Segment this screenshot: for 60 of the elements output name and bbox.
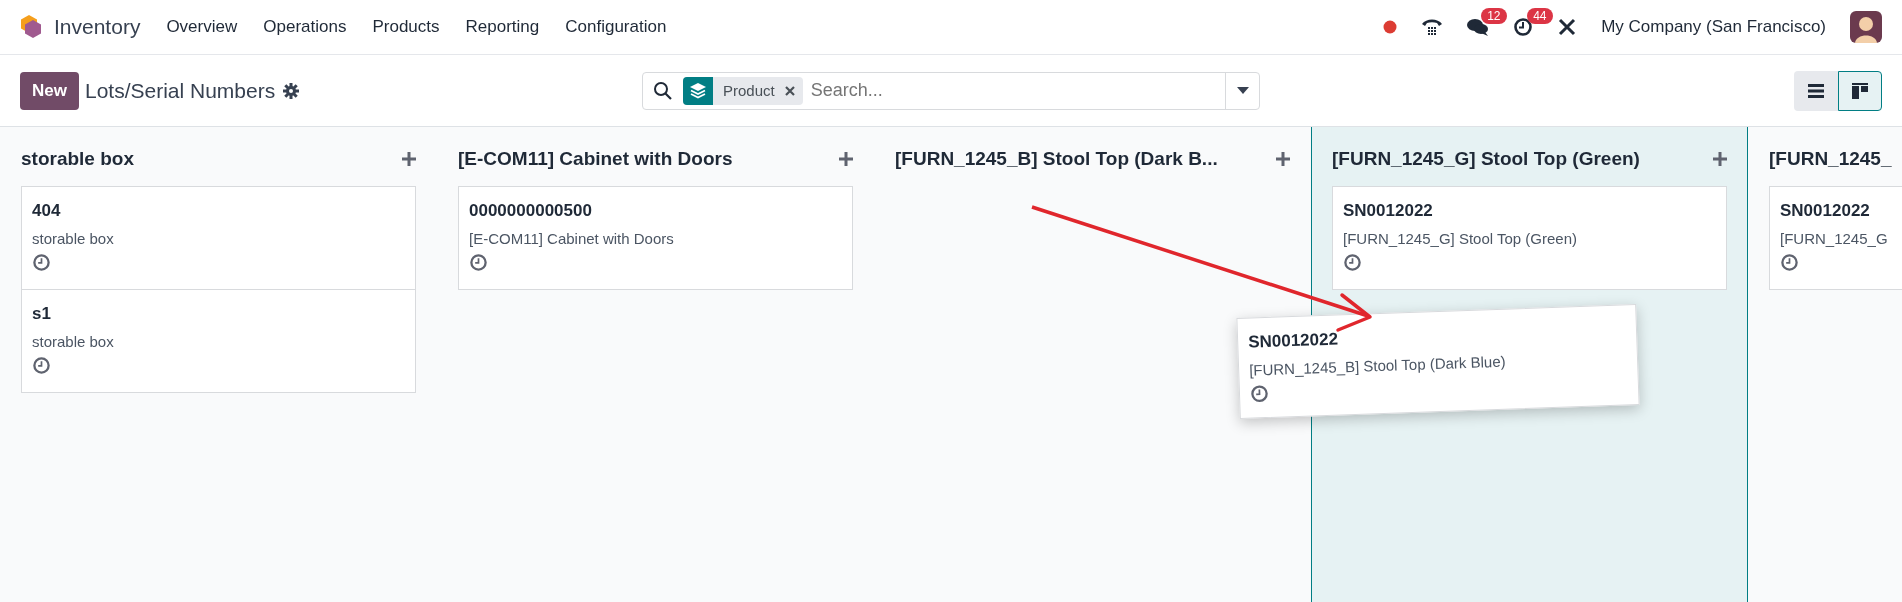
search-icon[interactable] [653, 80, 673, 101]
activity-count-badge: 44 [1527, 8, 1553, 24]
card-title: s1 [32, 304, 52, 324]
product-name: storable box [32, 333, 115, 350]
menu-item[interactable]: Overview [166, 17, 238, 37]
plus-icon [839, 152, 853, 166]
column-title: [FURN_1245_B] Stool Top (Dark B... [895, 148, 1218, 170]
card-title: SN0012022 [1780, 201, 1871, 221]
search-facet[interactable]: Product [683, 76, 803, 105]
kanban-card[interactable]: SN0012022 [FURN_1245_G] Stool Top (Green) [1332, 186, 1727, 290]
kanban-card[interactable]: SN0012022 [FURN_1245_G [1769, 186, 1902, 290]
column-title: [FURN_1245_G] Stool Top (Green) [1332, 148, 1640, 170]
chat-icon[interactable] [1467, 17, 1490, 37]
app-logo-icon[interactable] [20, 14, 42, 40]
column-title: storable box [21, 148, 134, 170]
column-title: [E-COM11] Cabinet with Doors [458, 148, 733, 170]
menu-item[interactable]: Operations [263, 17, 347, 37]
column-title: [FURN_1245_ [1769, 148, 1892, 170]
settings-icon[interactable] [283, 82, 300, 99]
status-dot-icon[interactable] [1383, 20, 1398, 34]
card-title: SN0012022 [1343, 201, 1434, 221]
page-title: Lots/Serial Numbers [84, 78, 276, 103]
product-name: [E-COM11] Cabinet with Doors [469, 230, 675, 247]
layers-icon [689, 81, 707, 100]
kanban-card[interactable]: SN0012022 [FURN_1245_B] Stool Top (Dark Blue) [1236, 304, 1640, 419]
add-card-button[interactable] [839, 152, 853, 166]
menu-item[interactable]: Products [372, 17, 440, 37]
add-card-button[interactable] [402, 152, 416, 166]
menu-item[interactable]: Reporting [465, 17, 540, 37]
kanban-card[interactable]: s1 storable box [21, 289, 416, 393]
kanban-card[interactable]: 0000000000500 [E-COM11] Cabinet with Doors [458, 186, 853, 290]
list-icon [1808, 83, 1824, 98]
kanban-view-button[interactable] [1838, 70, 1882, 111]
message-count-badge: 12 [1481, 8, 1507, 24]
add-card-button[interactable] [1713, 152, 1727, 166]
close-icon[interactable] [784, 85, 795, 96]
plus-icon [1713, 152, 1727, 166]
card-title: 0000000000500 [469, 201, 593, 221]
new-button[interactable]: New [20, 71, 79, 110]
plus-icon [1276, 152, 1290, 166]
search-field[interactable]: Product Search... [642, 71, 1260, 110]
product-name: [FURN_1245_G] Stool Top (Green) [1343, 230, 1578, 247]
clock-icon[interactable] [1513, 17, 1534, 37]
kanban-icon [1852, 82, 1868, 99]
product-name: storable box [32, 230, 115, 247]
app-name[interactable]: Inventory [54, 15, 141, 39]
menu-item[interactable]: Configuration [565, 17, 667, 37]
product-name: [FURN_1245_G [1780, 230, 1889, 247]
avatar-icon[interactable] [1850, 11, 1882, 43]
card-title: 404 [32, 201, 62, 221]
caret-icon [1236, 87, 1249, 94]
kanban-card[interactable]: 404 storable box [21, 186, 416, 290]
company-name[interactable]: My Company (San Francisco) [1601, 17, 1826, 37]
add-card-button[interactable] [1276, 152, 1290, 166]
card-title: SN0012022 [1247, 328, 1340, 353]
list-view-button[interactable] [1794, 70, 1838, 111]
phone-icon[interactable] [1421, 17, 1444, 37]
product-name: [FURN_1245_B] Stool Top (Dark Blue) [1248, 351, 1507, 379]
plus-icon [402, 152, 416, 166]
facet-label: Product [722, 82, 776, 99]
